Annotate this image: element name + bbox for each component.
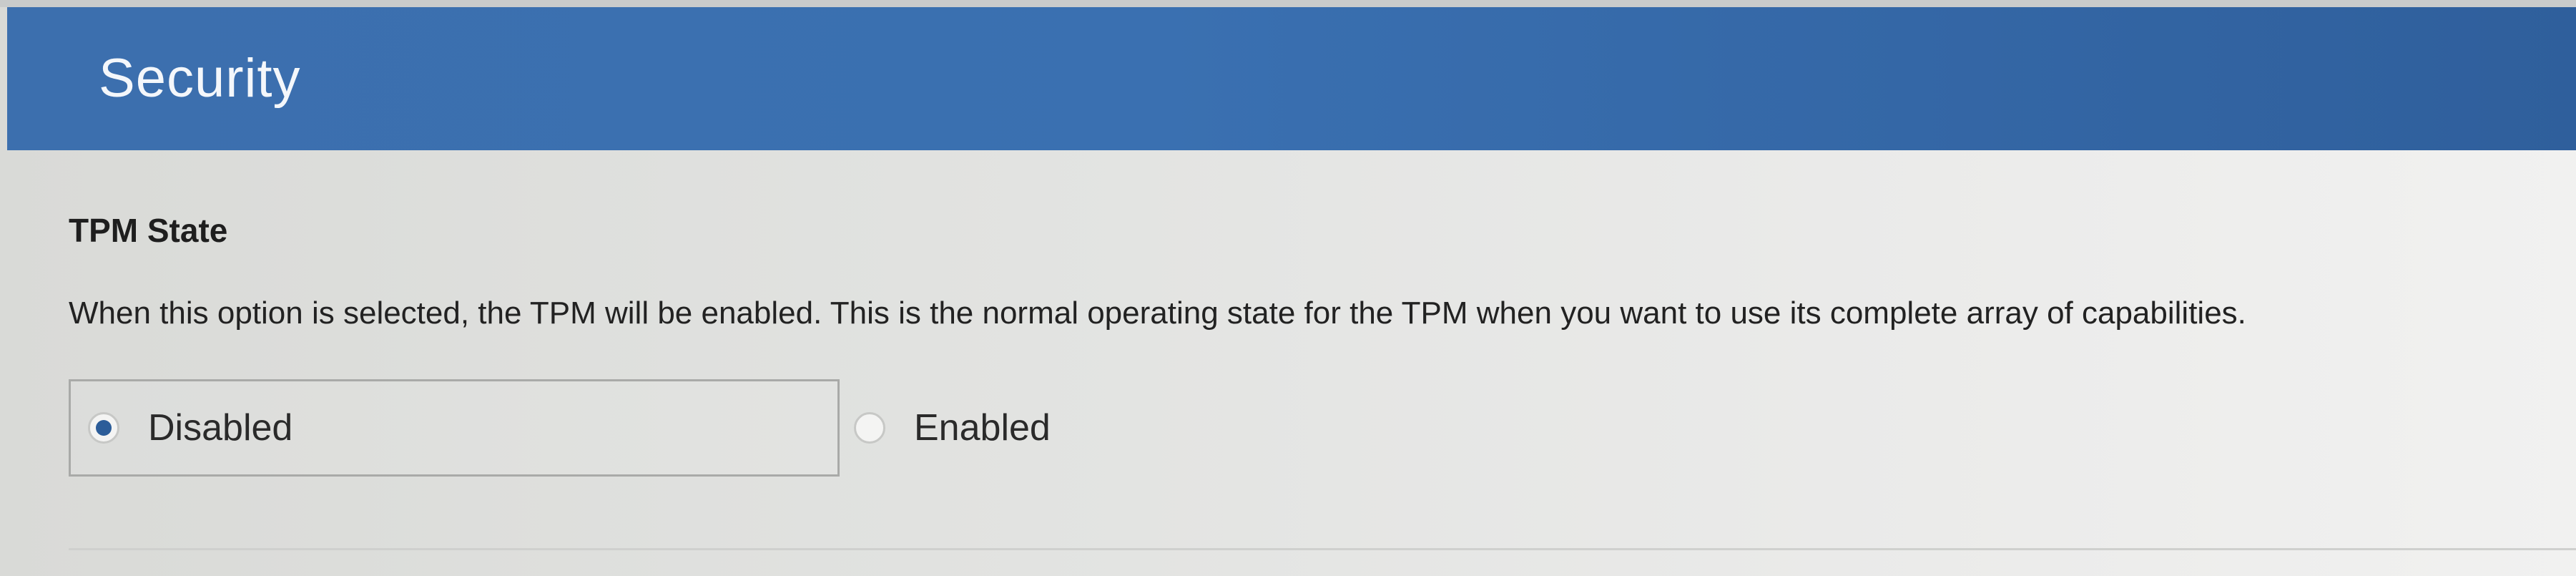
tpm-state-title: TPM State	[69, 212, 228, 249]
option-enabled-label: Enabled	[914, 407, 1051, 449]
option-disabled-label: Disabled	[148, 407, 293, 449]
window-top-edge	[0, 0, 2576, 7]
option-enabled[interactable]: Enabled	[854, 379, 1283, 477]
option-disabled[interactable]: Disabled	[69, 379, 840, 477]
section-header: Security	[7, 7, 2576, 150]
tpm-state-description: When this option is selected, the TPM wi…	[69, 296, 2246, 331]
section-divider	[69, 548, 2576, 550]
radio-disabled[interactable]	[88, 412, 119, 444]
header-title: Security	[99, 48, 301, 109]
radio-enabled[interactable]	[854, 412, 885, 444]
bios-security-page: Security TPM State When this option is s…	[0, 0, 2576, 576]
